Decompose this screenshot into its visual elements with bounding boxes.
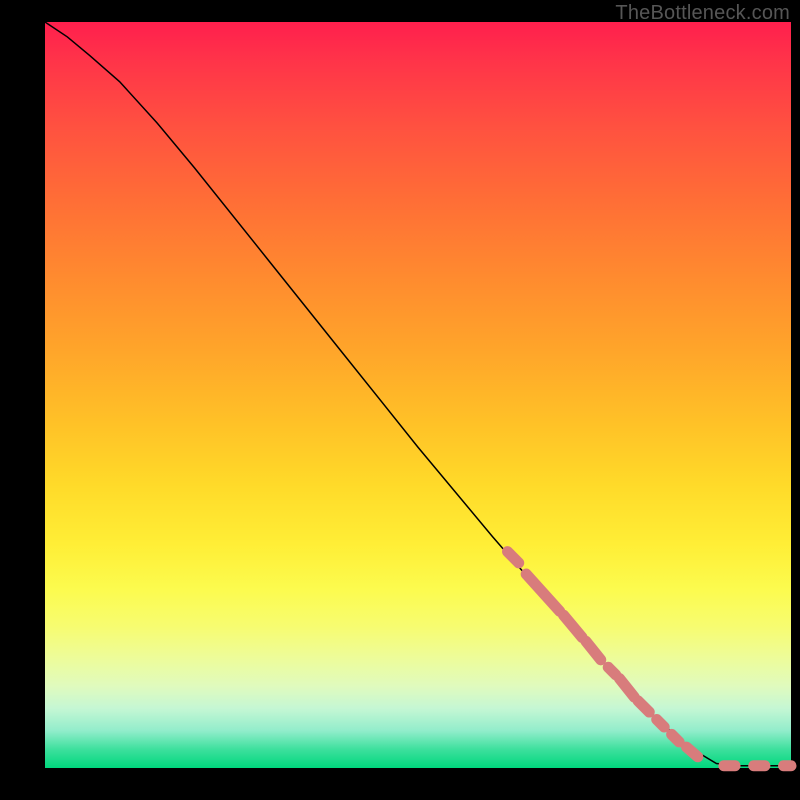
attribution-text: TheBottleneck.com xyxy=(615,2,790,25)
dash-segment xyxy=(687,747,698,757)
dash-segment xyxy=(586,641,601,660)
dash-segment xyxy=(526,574,560,611)
chart-overlay-svg xyxy=(45,22,791,768)
plot-area xyxy=(45,22,791,768)
dash-group xyxy=(508,552,791,766)
dash-segment xyxy=(608,667,615,674)
dash-segment xyxy=(672,734,679,741)
dash-segment xyxy=(508,552,519,563)
curve-path xyxy=(45,22,791,766)
dash-segment xyxy=(563,615,582,637)
chart-stage: TheBottleneck.com xyxy=(0,0,800,800)
dash-segment xyxy=(619,678,634,697)
dash-segment xyxy=(638,701,649,712)
dash-segment xyxy=(657,720,664,727)
